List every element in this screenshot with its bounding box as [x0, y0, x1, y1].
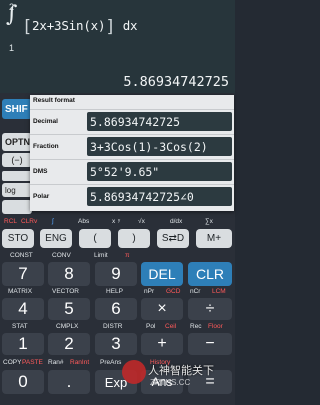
label-matrix: MATRIX: [8, 288, 33, 295]
shift-button[interactable]: SHIF: [2, 99, 32, 119]
format-option-polar[interactable]: Polar 5.86934742725∠0: [30, 184, 234, 208]
label-cmplx: CMPLX: [56, 323, 79, 330]
divide-button[interactable]: ÷: [188, 298, 232, 320]
label-conv: CONV: [52, 252, 71, 259]
digit-6-button[interactable]: 6: [95, 298, 137, 320]
format-value: 5°52'9.65": [87, 162, 232, 181]
format-value: 5.86934742725: [87, 112, 232, 131]
label-help: HELP: [106, 288, 123, 295]
digit-7-button[interactable]: 7: [2, 262, 44, 286]
close-paren-button[interactable]: ): [118, 229, 150, 248]
integral-lower-limit: 1: [9, 43, 15, 53]
plus-button[interactable]: +: [141, 333, 183, 355]
calculator-display: 2 ∫ 1 [2x+3Sin(x)] dx 5.86934742725: [0, 0, 235, 93]
label-vector: VECTOR: [52, 288, 79, 295]
eng-button[interactable]: ENG: [40, 229, 72, 248]
format-value: 3+3Cos(1)-3Cos(2): [87, 137, 232, 156]
label-lcm: LCM: [212, 288, 226, 295]
decimal-point-button[interactable]: .: [48, 370, 90, 394]
row4-labels: STAT CMPLX DISTR Pol Ceil Rec Floor: [0, 323, 235, 333]
label-ranint: RanInt: [70, 359, 90, 366]
integrand: 2x+3Sin(x): [32, 18, 106, 33]
digit-8-button[interactable]: 8: [48, 262, 90, 286]
digit-5-button[interactable]: 5: [48, 298, 90, 320]
row1-labels: RCL CLRv ∫ Abs x ʸ √x d/dx ∑x: [0, 218, 235, 228]
fraction-button[interactable]: [2, 171, 32, 181]
digit-1-button[interactable]: 1: [2, 333, 44, 355]
digit-3-button[interactable]: 3: [95, 333, 137, 355]
label-limit: Limit: [94, 252, 108, 259]
label-distr: DISTR: [103, 323, 123, 330]
label-sum: ∑x: [205, 218, 213, 225]
digit-0-button[interactable]: 0: [2, 370, 44, 394]
del-button[interactable]: DEL: [141, 262, 183, 286]
negate-button[interactable]: (−): [2, 153, 32, 167]
label-paste: PASTE: [22, 359, 43, 366]
integral-sign: ∫: [6, 2, 18, 27]
label-ceil: Ceil: [165, 323, 177, 330]
sto-button[interactable]: STO: [2, 229, 34, 248]
row3-labels: MATRIX VECTOR HELP nPr GCD nCr LCM: [0, 288, 235, 298]
watermark-sub-text: ZRTHS.CC: [150, 378, 191, 387]
label-copy: COPY: [3, 359, 22, 366]
label-gcd: GCD: [166, 288, 181, 295]
result-value: 5.86934742725: [123, 74, 229, 90]
mplus-button[interactable]: M+: [196, 229, 232, 248]
watermark-text: 人神智能关下: [148, 365, 214, 377]
integral-expression: [2x+3Sin(x)] dx: [22, 17, 138, 37]
format-label: Polar: [33, 193, 50, 200]
label-preans: PreAns: [100, 359, 122, 366]
result-format-popup: Result format Decimal 5.86934742725 Frac…: [30, 95, 234, 211]
label-rcl: RCL: [4, 218, 18, 225]
multiply-button[interactable]: ×: [141, 298, 183, 320]
label-const: CONST: [10, 252, 33, 259]
format-label: DMS: [33, 168, 48, 175]
label-integral: ∫: [52, 218, 54, 225]
label-ncr: nCr: [190, 288, 201, 295]
label-abs: Abs: [78, 218, 90, 225]
watermark-logo-icon: [122, 360, 146, 384]
digit-9-button[interactable]: 9: [95, 262, 137, 286]
format-option-dms[interactable]: DMS 5°52'9.65": [30, 159, 234, 183]
digit-4-button[interactable]: 4: [2, 298, 44, 320]
log-button[interactable]: log: [2, 183, 32, 197]
popup-title: Result format: [33, 97, 75, 104]
label-clrv: CLRv: [21, 218, 38, 225]
label-stat: STAT: [12, 323, 28, 330]
format-option-fraction[interactable]: Fraction 3+3Cos(1)-3Cos(2): [30, 134, 234, 158]
label-ran: Ran#: [48, 359, 64, 366]
label-power: ʸ: [118, 218, 121, 225]
open-paren-button[interactable]: (: [79, 229, 111, 248]
format-value: 5.86934742725∠0: [87, 187, 232, 206]
row2-labels: CONST CONV Limit π: [0, 252, 235, 262]
label-floor: Floor: [208, 323, 223, 330]
label-npr: nPr: [144, 288, 155, 295]
label-sqrt: √x: [138, 218, 145, 225]
label-rec: Rec: [190, 323, 202, 330]
label-derivative: d/dx: [170, 218, 183, 225]
minus-button[interactable]: −: [188, 333, 232, 355]
square-button[interactable]: [2, 200, 32, 214]
digit-2-button[interactable]: 2: [48, 333, 90, 355]
clr-button[interactable]: CLR: [188, 262, 232, 286]
format-label: Fraction: [33, 143, 59, 150]
format-option-decimal[interactable]: Decimal 5.86934742725: [30, 109, 234, 133]
label-pol: Pol: [146, 323, 156, 330]
label-x: x: [112, 218, 116, 225]
format-label: Decimal: [33, 118, 58, 125]
dx-label: dx: [122, 18, 138, 33]
label-pi: π: [125, 252, 130, 259]
optn-button[interactable]: OPTN: [2, 133, 32, 151]
std-button[interactable]: S⇄D: [157, 229, 189, 248]
